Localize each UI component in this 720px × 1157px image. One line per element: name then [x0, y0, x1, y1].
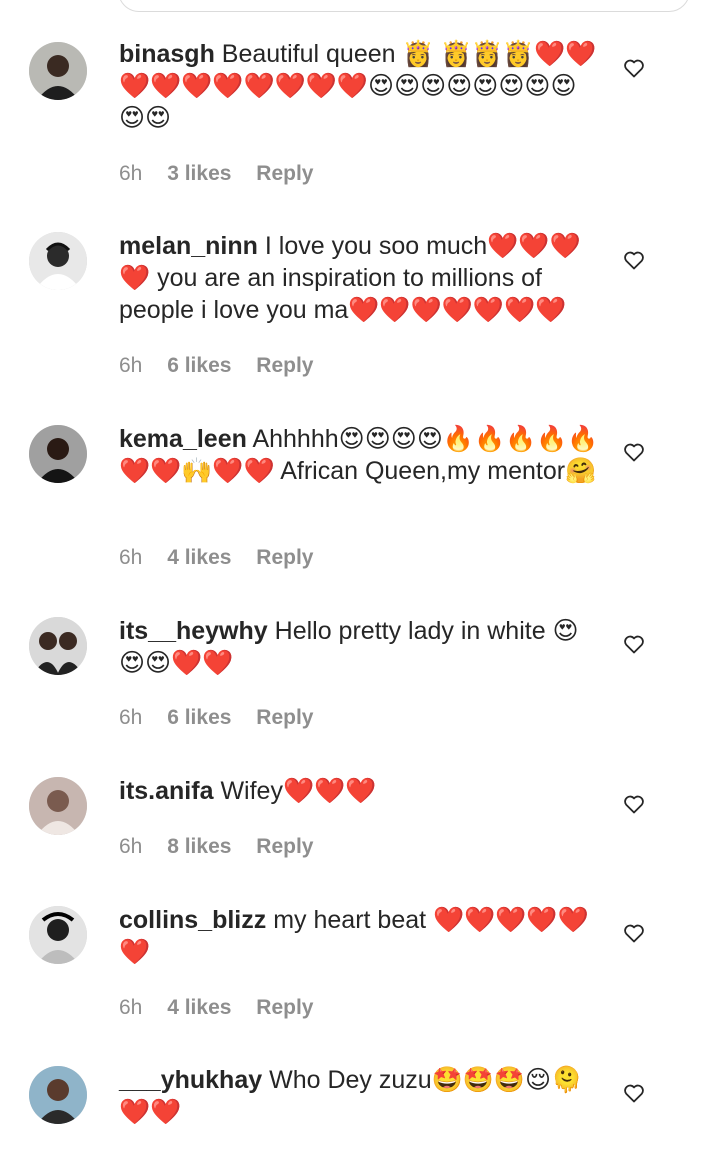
- avatar[interactable]: [29, 425, 87, 483]
- comment-meta: 6h 3 likes Reply: [119, 162, 332, 186]
- heart-outline-icon[interactable]: [622, 56, 646, 80]
- comment-username[interactable]: its.anifa: [119, 777, 213, 805]
- comment-likes[interactable]: 6 likes: [167, 354, 231, 377]
- comment-body: binasgh Beautiful queen 👸 👸👸👸❤️❤️❤️❤️❤️❤…: [119, 38, 599, 134]
- comment-body: its.anifa Wifey❤️❤️❤️: [119, 775, 599, 807]
- avatar[interactable]: [29, 232, 87, 290]
- comment-time: 6h: [119, 546, 143, 569]
- reply-button[interactable]: Reply: [256, 835, 313, 858]
- comment-meta: 6h 4 likes Reply: [119, 546, 332, 570]
- comment-time: 6h: [119, 835, 143, 858]
- reply-button[interactable]: Reply: [256, 996, 313, 1019]
- comment-meta: 6h 6 likes Reply: [119, 706, 332, 730]
- heart-outline-icon[interactable]: [622, 792, 646, 816]
- avatar[interactable]: [29, 617, 87, 675]
- comment-username[interactable]: kema_leen: [119, 425, 247, 453]
- comment-body: its__heywhy Hello pretty lady in white 😍…: [119, 615, 599, 679]
- comment-time: 6h: [119, 706, 143, 729]
- comment-likes[interactable]: 3 likes: [167, 162, 231, 185]
- comment-body: kema_leen Ahhhhh😍😍😍😍🔥🔥🔥🔥🔥❤️❤️🙌❤️❤️ Afric…: [119, 423, 599, 487]
- heart-outline-icon[interactable]: [622, 632, 646, 656]
- comment-likes[interactable]: 6 likes: [167, 706, 231, 729]
- comment-meta: 6h 6 likes Reply: [119, 354, 332, 378]
- comment-username[interactable]: binasgh: [119, 40, 215, 68]
- search-bar-edge[interactable]: [118, 0, 690, 12]
- comment-username[interactable]: collins_blizz: [119, 906, 266, 934]
- comment-likes[interactable]: 4 likes: [167, 546, 231, 569]
- comment-body: collins_blizz my heart beat ❤️❤️❤️❤️❤️❤️: [119, 904, 599, 968]
- comment-username[interactable]: ___yhukhay: [119, 1066, 262, 1094]
- comment-body: ___yhukhay Who Dey zuzu🤩🤩🤩😌🫠❤️❤️: [119, 1064, 599, 1128]
- comment-body: melan_ninn I love you soo much❤️❤️❤️❤️ y…: [119, 230, 599, 326]
- reply-button[interactable]: Reply: [256, 354, 313, 377]
- heart-outline-icon[interactable]: [622, 248, 646, 272]
- avatar[interactable]: [29, 777, 87, 835]
- avatar[interactable]: [29, 1066, 87, 1124]
- comment-meta: 6h 4 likes Reply: [119, 996, 332, 1020]
- comment-time: 6h: [119, 996, 143, 1019]
- heart-outline-icon[interactable]: [622, 921, 646, 945]
- heart-outline-icon[interactable]: [622, 1081, 646, 1105]
- comment-likes[interactable]: 8 likes: [167, 835, 231, 858]
- comment-likes[interactable]: 4 likes: [167, 996, 231, 1019]
- comment-text: Wifey❤️❤️❤️: [220, 777, 377, 805]
- avatar[interactable]: [29, 42, 87, 100]
- reply-button[interactable]: Reply: [256, 162, 313, 185]
- reply-button[interactable]: Reply: [256, 546, 313, 569]
- heart-outline-icon[interactable]: [622, 440, 646, 464]
- comment-meta: 6h 8 likes Reply: [119, 835, 332, 859]
- comment-time: 6h: [119, 162, 143, 185]
- avatar[interactable]: [29, 906, 87, 964]
- comment-username[interactable]: its__heywhy: [119, 617, 268, 645]
- comment-time: 6h: [119, 354, 143, 377]
- comment-username[interactable]: melan_ninn: [119, 232, 258, 260]
- reply-button[interactable]: Reply: [256, 706, 313, 729]
